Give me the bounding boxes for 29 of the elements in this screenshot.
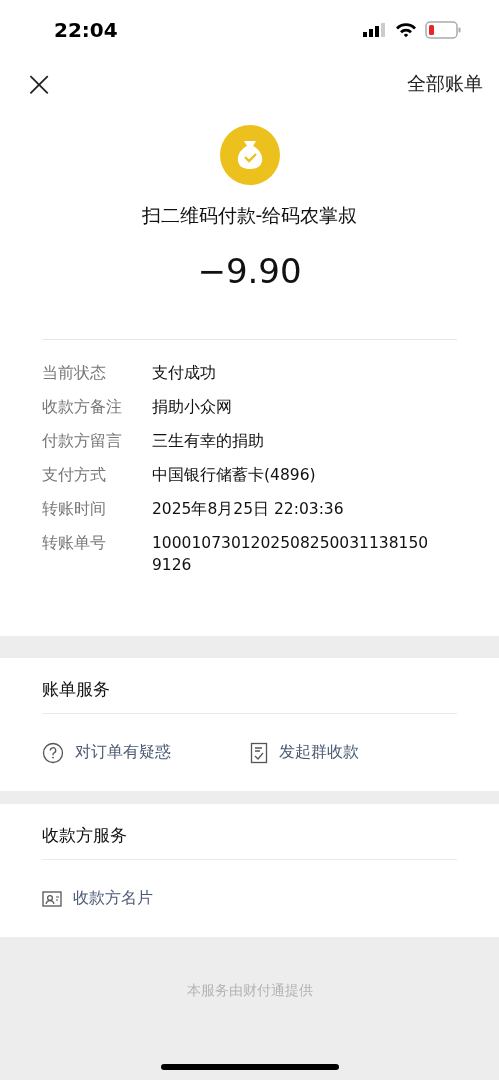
signal-icon <box>363 23 387 37</box>
payment-title: 扫二维码付款-给码农掌叔 <box>141 203 358 228</box>
battery-icon <box>425 21 461 39</box>
detail-value: 支付成功 <box>152 363 216 384</box>
all-bills-link[interactable]: 全部账单 <box>407 71 483 97</box>
detail-label: 当前状态 <box>42 363 107 384</box>
detail-value: 2025年8月25日 22:03:36 <box>152 499 344 520</box>
question-icon <box>42 741 64 764</box>
service-link[interactable]: 发起群收款 <box>249 741 457 764</box>
wifi-icon <box>395 22 417 38</box>
detail-value: 1000107301202508250031138150 9126 <box>152 533 429 576</box>
detail-value: 三生有幸的捐助 <box>152 431 264 452</box>
contact-card-icon <box>42 889 62 908</box>
service-link[interactable]: 收款方名片 <box>42 888 264 909</box>
service-link[interactable]: 对订单有疑惑 <box>42 741 250 764</box>
detail-label: 支付方式 <box>42 465 107 486</box>
detail-value: 捐助小众网 <box>152 397 232 418</box>
detail-label: 收款方备注 <box>42 397 123 418</box>
detail-label: 转账单号 <box>42 533 107 554</box>
detail-label: 付款方留言 <box>42 431 123 452</box>
detail-label: 转账时间 <box>42 499 107 520</box>
money-bag-icon <box>219 125 280 185</box>
receipt-icon <box>249 741 268 764</box>
payment-amount: −9.90 <box>197 251 302 291</box>
section-title: 账单服务 <box>42 679 111 701</box>
detail-value: 中国银行储蓄卡(4896) <box>152 465 316 486</box>
close-button[interactable]: × <box>24 66 50 102</box>
status-time: 22:04 <box>54 18 118 42</box>
section-title: 收款方服务 <box>42 825 128 847</box>
